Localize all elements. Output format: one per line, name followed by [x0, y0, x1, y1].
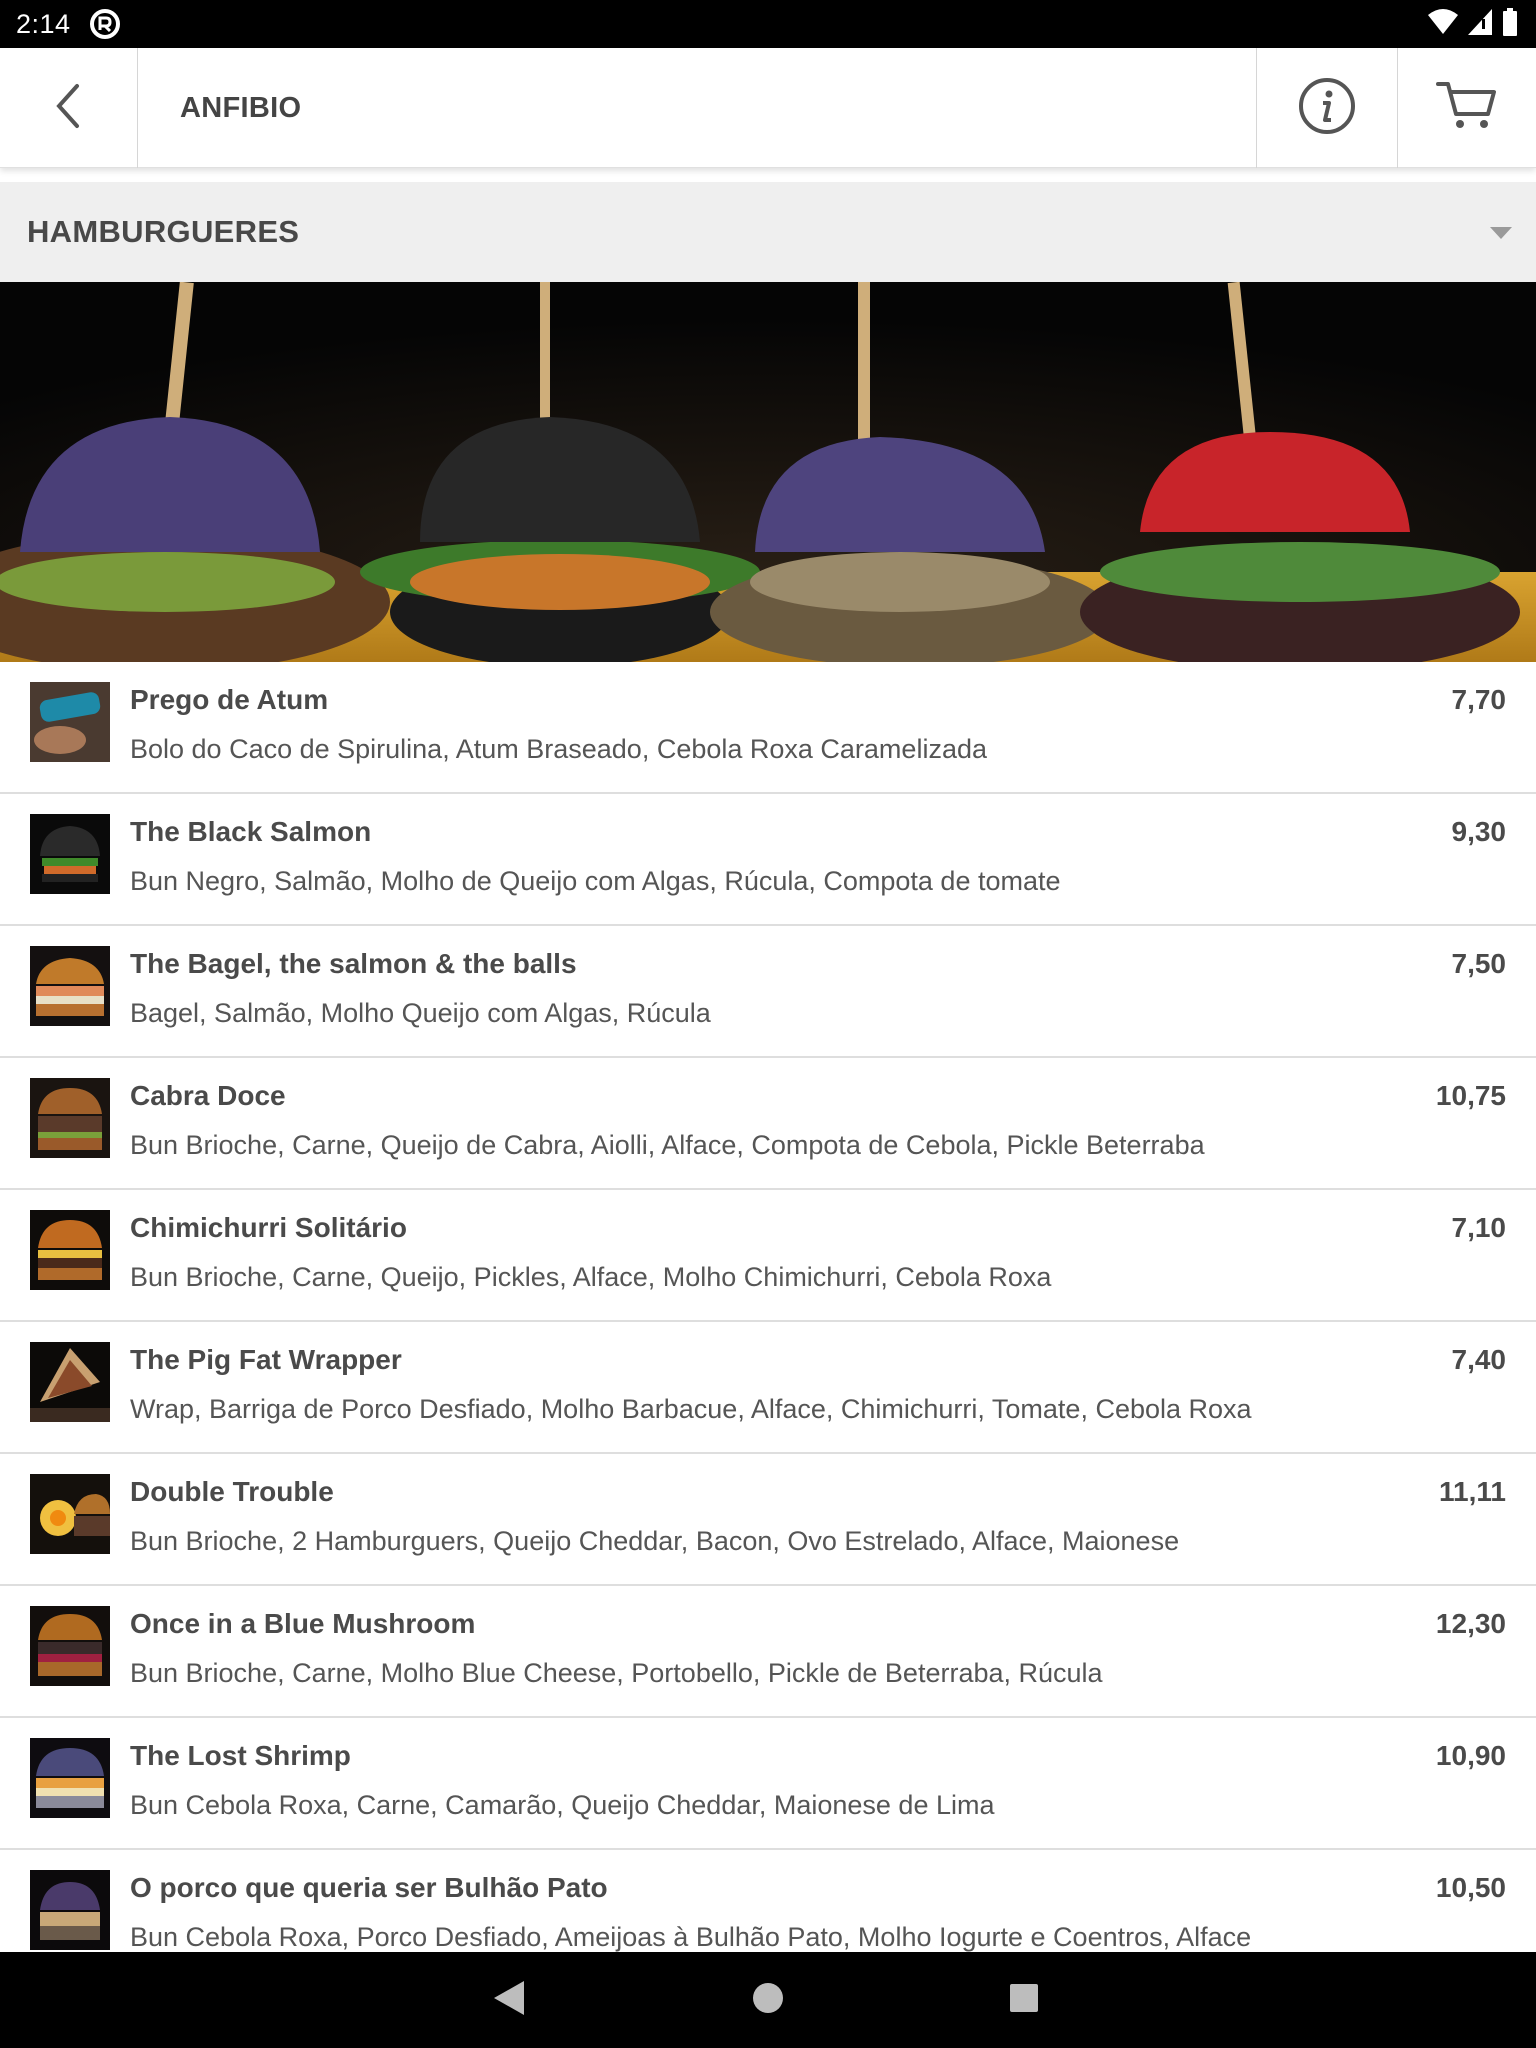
item-price: 7,50 [1451, 948, 1507, 979]
menu-item[interactable]: The Black Salmon Bun Negro, Salmão, Molh… [0, 794, 1536, 926]
item-name: Chimichurri Solitário [130, 1212, 407, 1243]
item-description: Bun Brioche, Carne, Queijo de Cabra, Aio… [130, 1130, 1205, 1160]
menu-item[interactable]: Chimichurri Solitário Bun Brioche, Carne… [0, 1190, 1536, 1322]
item-thumbnail [30, 1474, 110, 1554]
item-thumbnail [30, 682, 110, 762]
chevron-left-icon [49, 82, 89, 135]
system-navigation-bar [0, 1952, 1536, 2048]
item-price: 7,70 [1451, 684, 1507, 715]
item-price: 7,10 [1451, 1212, 1507, 1243]
item-name: The Bagel, the salmon & the balls [130, 948, 577, 979]
item-description: Wrap, Barriga de Porco Desfiado, Molho B… [130, 1394, 1252, 1424]
cart-button[interactable] [1397, 48, 1536, 168]
wifi-icon [1428, 8, 1458, 40]
item-description: Bun Negro, Salmão, Molho de Queijo com A… [130, 866, 1061, 896]
menu-item[interactable]: The Bagel, the salmon & the balls Bagel,… [0, 926, 1536, 1058]
item-name: Prego de Atum [130, 684, 329, 715]
square-recents-icon [1009, 1983, 1039, 2018]
item-price: 11,11 [1439, 1476, 1506, 1507]
item-thumbnail [30, 1870, 110, 1950]
menu-item[interactable]: The Pig Fat Wrapper Wrap, Barriga de Por… [0, 1322, 1536, 1454]
status-bar: 2:14 [0, 0, 1536, 48]
caret-down-icon [1490, 226, 1512, 244]
category-banner-image [0, 282, 1536, 662]
item-name: The Black Salmon [130, 816, 372, 847]
cart-icon [1436, 80, 1498, 137]
item-name: Once in a Blue Mushroom [130, 1608, 476, 1639]
menu-item[interactable]: O porco que queria ser Bulhão Pato Bun C… [0, 1850, 1536, 1952]
item-price: 7,40 [1451, 1344, 1507, 1375]
battery-icon [1502, 7, 1518, 41]
page-title: ANFIBIO [180, 92, 302, 124]
circle-home-icon [752, 1982, 784, 2019]
item-thumbnail [30, 1078, 110, 1158]
item-description: Bun Cebola Roxa, Porco Desfiado, Ameijoa… [130, 1922, 1252, 1952]
item-price: 10,50 [1435, 1872, 1506, 1903]
menu-item[interactable]: Once in a Blue Mushroom Bun Brioche, Car… [0, 1586, 1536, 1718]
category-label: HAMBURGUERES [27, 214, 300, 249]
item-price: 10,90 [1435, 1740, 1506, 1771]
item-name: Cabra Doce [130, 1080, 286, 1111]
triangle-back-icon [494, 1980, 526, 2020]
item-thumbnail [30, 1342, 110, 1422]
item-thumbnail [30, 946, 110, 1026]
item-price: 10,75 [1435, 1080, 1506, 1111]
app-bar: ANFIBIO [0, 48, 1536, 168]
menu-item[interactable]: Double Trouble Bun Brioche, 2 Hamburguer… [0, 1454, 1536, 1586]
item-name: The Lost Shrimp [130, 1740, 351, 1771]
category-dropdown[interactable]: HAMBURGUERES [0, 182, 1536, 282]
nav-home-button[interactable] [708, 1952, 828, 2048]
item-description: Bagel, Salmão, Molho Queijo com Algas, R… [130, 998, 711, 1028]
info-icon [1297, 76, 1357, 141]
info-button[interactable] [1256, 48, 1397, 168]
item-price: 12,30 [1435, 1608, 1506, 1639]
item-description: Bun Cebola Roxa, Carne, Camarão, Queijo … [130, 1790, 995, 1820]
nav-back-button[interactable] [450, 1952, 570, 2048]
back-button[interactable] [0, 48, 138, 168]
item-thumbnail [30, 814, 110, 894]
item-thumbnail [30, 1738, 110, 1818]
item-description: Bun Brioche, Carne, Queijo, Pickles, Alf… [130, 1262, 1052, 1292]
item-name: Double Trouble [130, 1476, 334, 1507]
nav-recents-button[interactable] [964, 1952, 1084, 2048]
menu-item[interactable]: The Lost Shrimp Bun Cebola Roxa, Carne, … [0, 1718, 1536, 1850]
notification-icon [89, 8, 121, 40]
menu-item[interactable]: Prego de Atum Bolo do Caco de Spirulina,… [0, 662, 1536, 794]
menu-item[interactable]: Cabra Doce Bun Brioche, Carne, Queijo de… [0, 1058, 1536, 1190]
item-description: Bun Brioche, Carne, Molho Blue Cheese, P… [130, 1658, 1103, 1688]
item-thumbnail [30, 1606, 110, 1686]
item-description: Bolo do Caco de Spirulina, Atum Braseado… [130, 734, 987, 764]
item-name: O porco que queria ser Bulhão Pato [130, 1872, 608, 1903]
item-name: The Pig Fat Wrapper [130, 1344, 402, 1375]
item-description: Bun Brioche, 2 Hamburguers, Queijo Chedd… [130, 1526, 1180, 1556]
status-time: 2:14 [16, 8, 71, 39]
signal-icon [1468, 8, 1492, 40]
menu-list: Prego de Atum Bolo do Caco de Spirulina,… [0, 662, 1536, 1952]
item-price: 9,30 [1451, 816, 1507, 847]
item-thumbnail [30, 1210, 110, 1290]
